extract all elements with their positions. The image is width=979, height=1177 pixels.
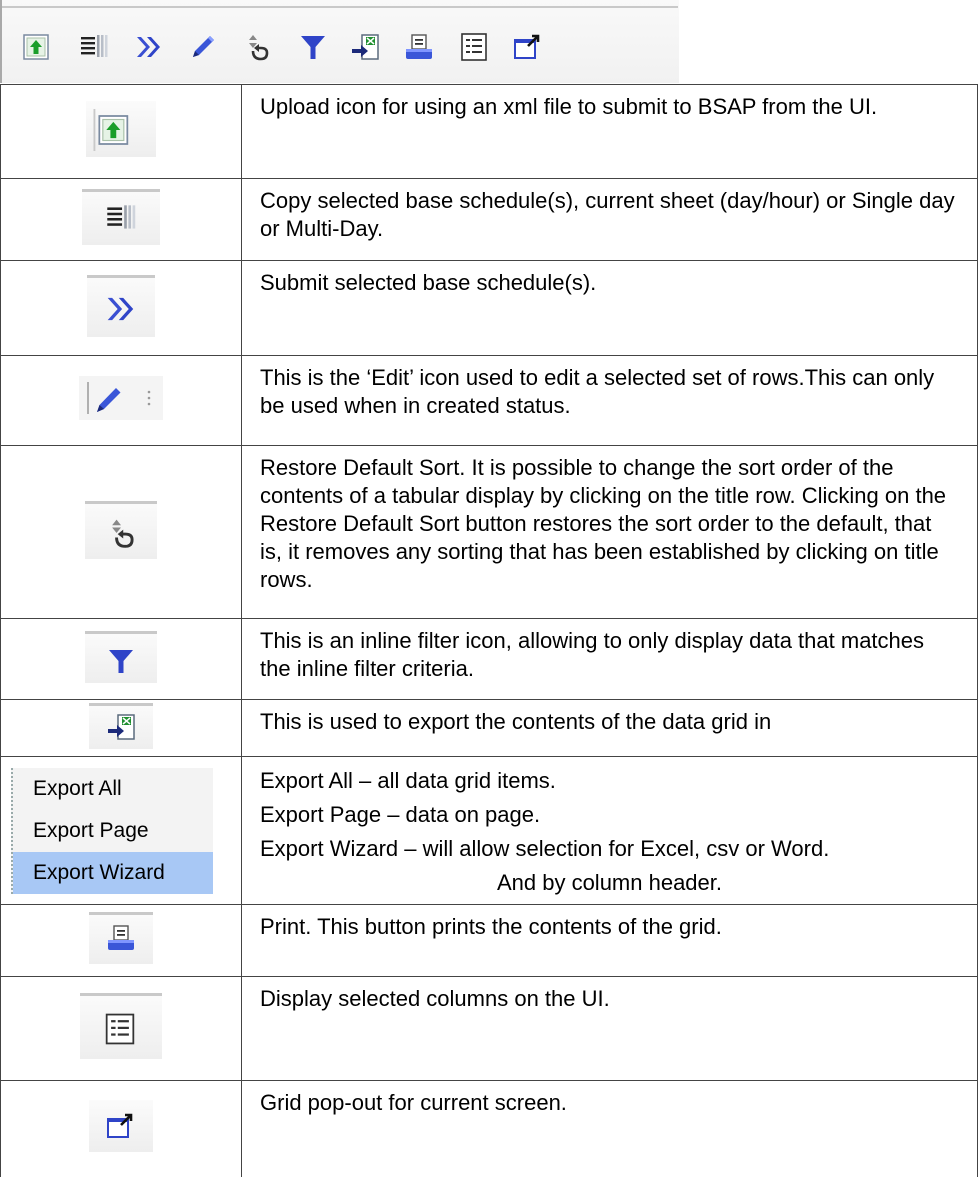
table-row: Copy selected base schedule(s), current … [0, 178, 978, 261]
popout-icon [89, 1100, 153, 1153]
icon-cell [0, 260, 242, 356]
table-row: Display selected columns on the UI. [0, 976, 978, 1081]
edit-icon [79, 376, 163, 420]
filter-icon [85, 630, 157, 683]
menu-item-export-all[interactable]: Export All [13, 768, 213, 810]
icon-cell [0, 618, 242, 700]
icon-cell [0, 1080, 242, 1177]
description-text: And by column header. [496, 870, 723, 895]
table-row: Upload icon for using an xml file to sub… [0, 84, 978, 179]
filter-icon[interactable] [295, 29, 331, 65]
toolbar-top-divider [2, 6, 678, 8]
description-cell: Restore Default Sort. It is possible to … [241, 445, 978, 619]
toolbar [0, 0, 679, 83]
menu-item-export-page[interactable]: Export Page [13, 810, 213, 852]
table-row: Export All Export Page Export Wizard Exp… [0, 756, 978, 905]
print-icon[interactable] [401, 29, 437, 65]
description-text: Display selected columns on the UI. [260, 986, 610, 1011]
table-row: This is used to export the contents of t… [0, 699, 978, 757]
description-cell: This is the ‘Edit’ icon used to edit a s… [241, 355, 978, 446]
description-cell: Print. This button prints the contents o… [241, 904, 978, 977]
description-text: This is an inline filter icon, allowing … [260, 628, 925, 681]
description-cell: This is an inline filter icon, allowing … [241, 618, 978, 700]
description-cell: Upload icon for using an xml file to sub… [241, 84, 978, 179]
table-row: This is the ‘Edit’ icon used to edit a s… [0, 355, 978, 446]
table-row: Restore Default Sort. It is possible to … [0, 445, 978, 619]
icon-cell [0, 445, 242, 619]
description-text: Export Wizard – will allow selection for… [260, 836, 830, 861]
export-icon[interactable] [347, 29, 383, 65]
description-text: This is used to export the contents of t… [260, 709, 772, 734]
menu-item-export-wizard[interactable]: Export Wizard [13, 851, 213, 894]
icon-cell [0, 84, 242, 179]
print-icon [89, 912, 153, 964]
restore-sort-icon[interactable] [239, 29, 275, 65]
icon-legend-table: Upload icon for using an xml file to sub… [0, 84, 978, 1177]
toolbar-left-divider [0, 0, 2, 83]
description-cell: Copy selected base schedule(s), current … [241, 178, 978, 261]
submit-icon [87, 274, 155, 337]
columns-icon [80, 993, 162, 1059]
icon-cell [0, 355, 242, 446]
export-icon [89, 702, 153, 749]
icon-cell [0, 178, 242, 261]
popout-icon[interactable] [510, 29, 546, 65]
description-text: Grid pop-out for current screen. [260, 1090, 567, 1115]
description-text: This is the ‘Edit’ icon used to edit a s… [260, 365, 935, 418]
icon-cell [0, 699, 242, 757]
description-text: Export Page – data on page. [260, 802, 541, 827]
icon-cell [0, 976, 242, 1081]
description-text: Restore Default Sort. It is possible to … [260, 455, 947, 592]
description-cell: Export All – all data grid items. Export… [241, 756, 978, 905]
restore-sort-icon [85, 500, 157, 559]
table-row: Grid pop-out for current screen. [0, 1080, 978, 1177]
description-text: Copy selected base schedule(s), current … [260, 188, 955, 241]
description-cell: Submit selected base schedule(s). [241, 260, 978, 356]
icon-cell: Export All Export Page Export Wizard [0, 756, 242, 905]
description-text: Submit selected base schedule(s). [260, 270, 597, 295]
table-row: Print. This button prints the contents o… [0, 904, 978, 977]
description-cell: This is used to export the contents of t… [241, 699, 978, 757]
icon-cell [0, 904, 242, 977]
upload-icon[interactable] [18, 29, 54, 65]
description-cell: Display selected columns on the UI. [241, 976, 978, 1081]
upload-icon [86, 101, 156, 157]
copy-icon [82, 189, 160, 245]
edit-icon[interactable] [184, 29, 220, 65]
copy-icon[interactable] [76, 29, 112, 65]
export-menu: Export All Export Page Export Wizard [11, 767, 213, 894]
description-cell: Grid pop-out for current screen. [241, 1080, 978, 1177]
table-row: This is an inline filter icon, allowing … [0, 618, 978, 700]
table-row: Submit selected base schedule(s). [0, 260, 978, 356]
submit-icon[interactable] [131, 29, 167, 65]
description-text: Print. This button prints the contents o… [260, 914, 722, 939]
description-text: Export All – all data grid items. [260, 768, 556, 793]
columns-icon[interactable] [456, 29, 492, 65]
description-text: Upload icon for using an xml file to sub… [260, 94, 878, 119]
